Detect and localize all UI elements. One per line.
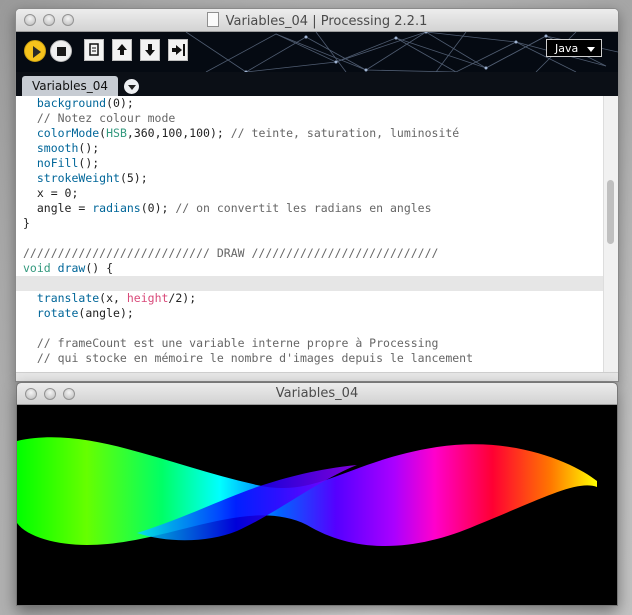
- code-token: colorMode: [36, 126, 100, 140]
- code-line[interactable]: smooth();: [16, 141, 604, 156]
- code-token: (x,: [99, 291, 127, 305]
- code-line[interactable]: }: [16, 216, 604, 231]
- code-token: noFill: [36, 156, 79, 170]
- code-token: void: [23, 261, 51, 275]
- code-token: rotate: [36, 306, 79, 320]
- code-token: background: [36, 96, 107, 110]
- sketch-canvas[interactable]: [17, 405, 617, 605]
- code-token: // on convertit les radians en angles: [175, 201, 432, 215]
- code-token: (0);: [106, 96, 134, 110]
- code-line[interactable]: strokeWeight(5);: [16, 171, 604, 186]
- code-line[interactable]: angle = radians(0); // on convertit les …: [16, 201, 604, 216]
- mode-selector[interactable]: Java: [546, 39, 602, 57]
- code-line[interactable]: [16, 231, 604, 246]
- ide-titlebar[interactable]: Variables_04 | Processing 2.2.1: [16, 9, 618, 32]
- code-line[interactable]: background(0);: [16, 96, 604, 111]
- ide-title-text: Variables_04 | Processing 2.2.1: [225, 14, 428, 29]
- export-arrow-icon[interactable]: [168, 39, 188, 61]
- code-line[interactable]: rotate(angle);: [16, 306, 604, 321]
- console-splitter[interactable]: [16, 372, 618, 381]
- code-token: ();: [78, 156, 100, 170]
- tab-bar: Variables_04: [16, 72, 618, 96]
- code-token: x = 0;: [23, 186, 79, 200]
- code-line[interactable]: [16, 276, 604, 291]
- code-token: smooth: [36, 141, 79, 155]
- code-line[interactable]: colorMode(HSB,360,100,100); // teinte, s…: [16, 126, 604, 141]
- code-line[interactable]: noFill();: [16, 156, 604, 171]
- tab-label: Variables_04: [31, 79, 109, 93]
- sketch-window: Variables_04: [16, 382, 618, 606]
- mode-label: Java: [555, 42, 579, 55]
- stop-icon[interactable]: [50, 40, 72, 62]
- editor-scrollbar[interactable]: [603, 96, 618, 373]
- code-token: (5);: [119, 171, 148, 185]
- code-token: HSB: [106, 126, 127, 140]
- play-icon[interactable]: [24, 40, 46, 62]
- code-line[interactable]: // Notez colour mode: [16, 111, 604, 126]
- code-token: // frameCount est une variable interne p…: [23, 336, 439, 350]
- code-token: // Notez colour mode: [23, 111, 176, 125]
- code-line[interactable]: x = 0;: [16, 186, 604, 201]
- ide-toolbar: Java: [16, 32, 618, 72]
- code-token: ();: [78, 141, 100, 155]
- code-token: ,360,100,100);: [126, 126, 231, 140]
- code-token: draw: [57, 261, 86, 275]
- code-token: // teinte, saturation, luminosité: [230, 126, 460, 140]
- code-line[interactable]: void draw() {: [16, 261, 604, 276]
- tab-variables-04[interactable]: Variables_04: [22, 76, 118, 96]
- chevron-down-icon: [587, 47, 595, 52]
- network-graphic-background: [185, 32, 618, 72]
- code-token: (angle);: [78, 306, 134, 320]
- save-down-arrow-icon[interactable]: [140, 39, 160, 61]
- code-line[interactable]: [16, 321, 604, 336]
- code-token: }: [23, 216, 30, 230]
- code-token: angle =: [23, 201, 93, 215]
- code-token: translate: [36, 291, 100, 305]
- code-editor[interactable]: background(0); // Notez colour mode colo…: [16, 96, 604, 373]
- ide-title: Variables_04 | Processing 2.2.1: [16, 12, 618, 29]
- code-token: /2);: [168, 291, 197, 305]
- code-token: /////////////////////////// DRAW ///////…: [23, 246, 439, 260]
- code-token: () {: [85, 261, 114, 275]
- document-icon: [206, 12, 219, 27]
- code-token: radians: [92, 201, 141, 215]
- sketch-titlebar[interactable]: Variables_04: [17, 383, 617, 405]
- tab-menu-chevron-icon[interactable]: [124, 79, 139, 94]
- sketch-title: Variables_04: [275, 386, 359, 401]
- code-token: height: [126, 291, 169, 305]
- code-line[interactable]: translate(x, height/2);: [16, 291, 604, 306]
- new-file-icon[interactable]: [84, 39, 104, 61]
- code-line[interactable]: /////////////////////////// DRAW ///////…: [16, 246, 604, 261]
- code-line[interactable]: // qui stocke en mémoire le nombre d'ima…: [16, 351, 604, 366]
- code-line[interactable]: // frameCount est une variable interne p…: [16, 336, 604, 351]
- processing-ide-window: Variables_04 | Processing 2.2.1 Java Var…: [15, 8, 619, 382]
- code-token: // qui stocke en mémoire le nombre d'ima…: [23, 351, 474, 365]
- open-up-arrow-icon[interactable]: [112, 39, 132, 61]
- code-token: (0);: [140, 201, 176, 215]
- scrollbar-thumb[interactable]: [607, 180, 614, 244]
- code-token: strokeWeight: [36, 171, 120, 185]
